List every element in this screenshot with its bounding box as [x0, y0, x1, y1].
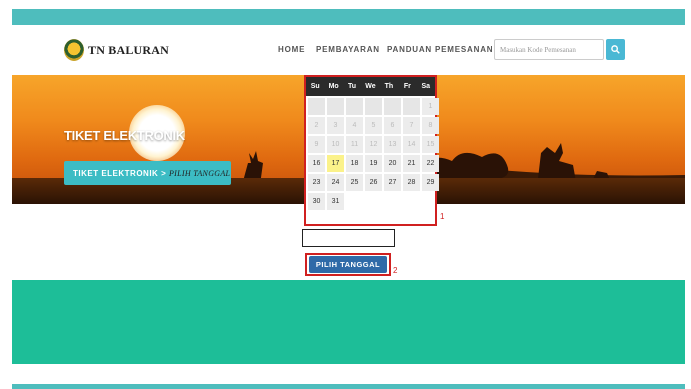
- calendar-day[interactable]: 31: [327, 193, 344, 210]
- calendar-empty-cell: [403, 98, 420, 115]
- calendar-day[interactable]: 29: [422, 174, 439, 191]
- nav-panduan-pemesanan[interactable]: PANDUAN PEMESANAN: [387, 45, 493, 54]
- calendar-weekdays: Su Mo Tu We Th Fr Sa: [306, 77, 435, 96]
- calendar-day[interactable]: 28: [403, 174, 420, 191]
- calendar-day: 14: [403, 136, 420, 153]
- calendar-day[interactable]: 27: [384, 174, 401, 191]
- weekday: Mo: [328, 83, 339, 90]
- weekday: We: [365, 83, 376, 90]
- search-icon: [611, 45, 620, 54]
- calendar-day: 10: [327, 136, 344, 153]
- date-picker[interactable]: Su Mo Tu We Th Fr Sa 1 2 3 4 5 6 7 8 9 10 11 12 13 14…: [304, 75, 439, 226]
- search-input[interactable]: [494, 39, 604, 60]
- footer-band: [12, 280, 685, 364]
- calendar-day[interactable]: 22: [422, 155, 439, 172]
- calendar-empty-cell: [308, 98, 325, 115]
- nav-home[interactable]: HOME: [278, 45, 305, 54]
- date-input[interactable]: [302, 229, 395, 247]
- calendar-day[interactable]: 25: [346, 174, 363, 191]
- calendar-day: 2: [308, 117, 325, 134]
- calendar-empty-cell: [384, 98, 401, 115]
- calendar-day: 5: [365, 117, 382, 134]
- calendar-day[interactable]: 30: [308, 193, 325, 210]
- calendar-day[interactable]: 17: [327, 155, 344, 172]
- calendar-empty-cell: [365, 98, 382, 115]
- calendar-empty-cell: [346, 193, 363, 210]
- calendar-day: 3: [327, 117, 344, 134]
- calendar-day: 15: [422, 136, 439, 153]
- calendar-day: 4: [346, 117, 363, 134]
- breadcrumb-separator: >: [158, 168, 169, 178]
- calendar-empty-cell: [422, 193, 439, 210]
- calendar-day: 7: [403, 117, 420, 134]
- breadcrumb: TIKET ELEKTRONIK > PILIH TANGGAL: [64, 161, 231, 185]
- page-title: TIKET ELEKTRONIK: [64, 128, 185, 143]
- nav-pembayaran[interactable]: PEMBAYARAN: [316, 45, 380, 54]
- calendar-day: 11: [346, 136, 363, 153]
- weekday: Sa: [421, 83, 431, 90]
- calendar-day[interactable]: 16: [308, 155, 325, 172]
- calendar-empty-cell: [327, 98, 344, 115]
- calendar-day: 12: [365, 136, 382, 153]
- submit-highlight: PILIH TANGGAL: [305, 253, 391, 276]
- calendar-day[interactable]: 20: [384, 155, 401, 172]
- weekday: Fr: [403, 83, 411, 90]
- calendar-day[interactable]: 18: [346, 155, 363, 172]
- calendar-day[interactable]: 23: [308, 174, 325, 191]
- calendar-day: 13: [384, 136, 401, 153]
- weekday: Th: [384, 83, 394, 90]
- calendar-empty-cell: [384, 193, 401, 210]
- annotation-marker-2: 2: [393, 266, 398, 275]
- calendar-day: 9: [308, 136, 325, 153]
- calendar-day[interactable]: 19: [365, 155, 382, 172]
- calendar-empty-cell: [365, 193, 382, 210]
- calendar-day: 1: [422, 98, 439, 115]
- breadcrumb-current: PILIH TANGGAL: [168, 168, 231, 178]
- calendar-day: 8: [422, 117, 439, 134]
- annotation-marker-1: 1: [440, 212, 445, 221]
- weekday: Su: [310, 83, 320, 90]
- brand-name[interactable]: TN BALURAN: [88, 43, 169, 58]
- bottom-strip: [12, 384, 685, 389]
- logo-icon[interactable]: [64, 39, 84, 61]
- pilih-tanggal-button[interactable]: PILIH TANGGAL: [309, 256, 387, 273]
- calendar-day[interactable]: 21: [403, 155, 420, 172]
- breadcrumb-root[interactable]: TIKET ELEKTRONIK: [73, 169, 158, 178]
- calendar-empty-cell: [346, 98, 363, 115]
- site-header: TN BALURAN HOME PEMBAYARAN PANDUAN PEMES…: [12, 25, 685, 75]
- search-button[interactable]: [606, 39, 625, 60]
- calendar-day[interactable]: 24: [327, 174, 344, 191]
- calendar-grid: 1 2 3 4 5 6 7 8 9 10 11 12 13 14 15 16 17 18 19 20 21 22 23 24 2…: [306, 96, 439, 210]
- calendar-day: 6: [384, 117, 401, 134]
- calendar-day[interactable]: 26: [365, 174, 382, 191]
- top-strip: [12, 9, 685, 25]
- calendar-empty-cell: [403, 193, 420, 210]
- weekday: Tu: [348, 83, 357, 90]
